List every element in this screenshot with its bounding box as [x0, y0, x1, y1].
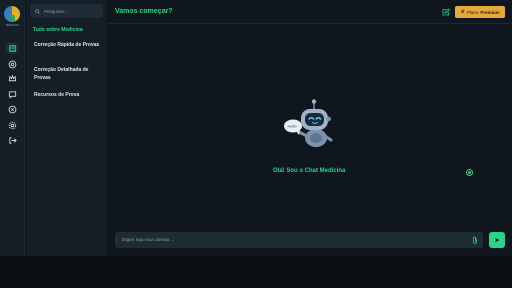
robot-mascot-illustration: Hello	[284, 99, 333, 147]
sidebar-section-title: Tudo sobre Medicina	[33, 27, 83, 33]
premium-prefix: Plano	[466, 9, 479, 15]
search-icon	[35, 8, 40, 14]
header-divider	[108, 23, 512, 24]
greeting-text: Olá! Sou o Chat Medicina	[273, 168, 346, 174]
search-input[interactable]	[44, 8, 100, 14]
rail-target-icon[interactable]	[7, 59, 17, 69]
attachment-icon[interactable]	[472, 236, 478, 244]
rail-chat-bubble-icon[interactable]	[7, 89, 17, 99]
bottom-bar	[0, 256, 512, 288]
edit-icon	[442, 8, 450, 16]
chat-input-container[interactable]	[115, 232, 483, 248]
sidebar-item-recursos-prova[interactable]: Recursos de Prova	[34, 92, 104, 100]
crown-icon: ♛	[460, 8, 465, 15]
brand-logo	[4, 6, 20, 22]
page-title: Vamos começar?	[115, 8, 173, 15]
premium-label: Premium	[480, 9, 500, 15]
premium-plan-button[interactable]: ♛ Plano Premium	[455, 6, 505, 18]
new-chat-button[interactable]	[441, 7, 451, 17]
rail-settings-icon[interactable]	[7, 120, 17, 130]
sidebar-item-correcao-rapida[interactable]: Correção Rápida de Provas	[34, 42, 104, 50]
icon-rail: MEDICINA	[0, 0, 25, 256]
rail-crown-icon[interactable]	[7, 73, 17, 83]
robot-speech-text: Hello	[288, 124, 298, 129]
sidebar-search[interactable]	[30, 4, 103, 18]
rail-logout-icon[interactable]	[7, 135, 17, 145]
sidebar: Tudo sobre Medicina Correção Rápida de P…	[26, 0, 107, 256]
send-button[interactable]: ➤	[489, 232, 505, 248]
sidebar-item-correcao-detalhada[interactable]: Correção Detalhada de Provas	[34, 67, 104, 82]
floating-indicator-icon[interactable]	[466, 169, 473, 176]
brand-logo-text: MEDICINA	[5, 24, 20, 27]
rail-clock-icon[interactable]	[7, 104, 17, 114]
chat-input[interactable]	[122, 237, 467, 243]
rail-home-icon[interactable]	[6, 42, 18, 54]
